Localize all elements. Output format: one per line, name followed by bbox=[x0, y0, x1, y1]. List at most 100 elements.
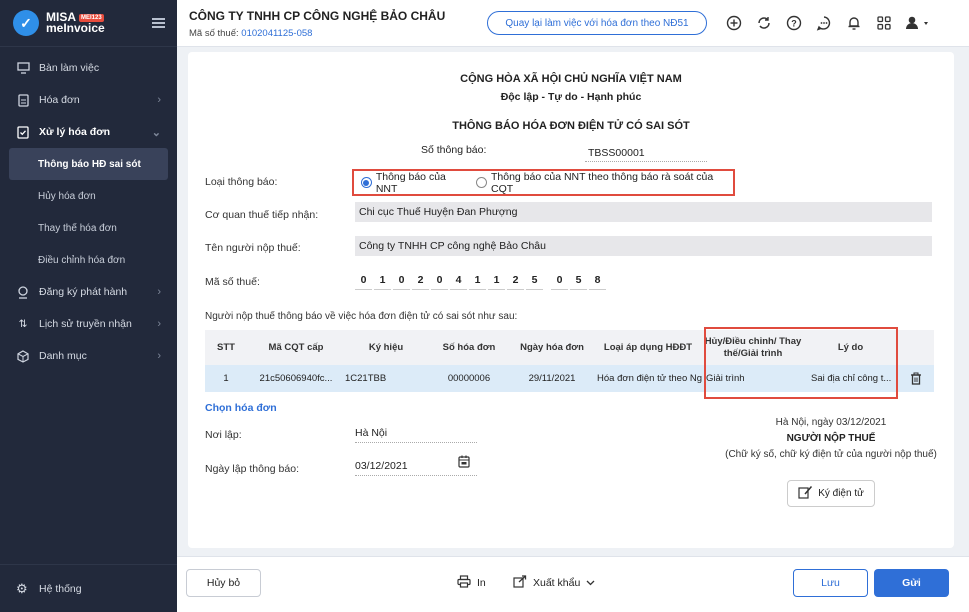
save-button[interactable]: Lưu bbox=[793, 569, 868, 597]
error-notice-form: CỘNG HÒA XÃ HỘI CHỦ NGHĨA VIỆT NAM Độc l… bbox=[188, 52, 954, 548]
sidebar: ✓ MISA MEI123 meInvoice Bàn làm việc Hóa … bbox=[0, 0, 177, 612]
tax-digit: 5 bbox=[570, 271, 587, 290]
print-button[interactable]: In bbox=[457, 569, 486, 597]
tax-code-label: Mã số thuế: bbox=[205, 276, 260, 288]
sidebar-subitem-cancel[interactable]: Hủy hóa đơn bbox=[0, 180, 177, 212]
notice-number-field[interactable]: TBSS00001 bbox=[585, 144, 707, 162]
chevron-right-icon: › bbox=[157, 318, 161, 330]
sign-title: NGƯỜI NỘP THUẾ bbox=[786, 433, 876, 444]
sidebar-item-label: Hóa đơn bbox=[39, 94, 80, 106]
sidebar-subitem-label: Thông báo HĐ sai sót bbox=[38, 158, 141, 170]
sign-note: (Chữ ký số, chữ ký điện tử của người nộp… bbox=[725, 449, 937, 460]
notice-date-label: Ngày lập thông báo: bbox=[205, 463, 299, 475]
taxpayer-name-label: Tên người nộp thuế: bbox=[205, 242, 301, 254]
monitor-icon bbox=[16, 61, 30, 75]
choose-invoice-link[interactable]: Chọn hóa đơn bbox=[205, 402, 277, 414]
notice-number-label: Số thông báo: bbox=[421, 144, 487, 156]
tax-digit: 8 bbox=[589, 271, 606, 290]
sidebar-item-catalog[interactable]: Danh mục › bbox=[0, 340, 177, 372]
trash-icon[interactable] bbox=[898, 365, 934, 392]
tax-code-label: Mã số thuế: bbox=[189, 28, 239, 39]
sign-date: Hà Nội, ngày 03/12/2021 bbox=[775, 417, 887, 428]
radio-nnt-label[interactable]: Thông báo của NNT bbox=[376, 171, 469, 195]
radio-nnt-review-label[interactable]: Thông báo của NNT theo thông báo rà soát… bbox=[491, 171, 733, 195]
add-icon[interactable] bbox=[723, 13, 745, 33]
send-button[interactable]: Gửi bbox=[874, 569, 949, 597]
chevron-right-icon: › bbox=[157, 94, 161, 106]
print-label: In bbox=[477, 577, 486, 589]
cancel-button[interactable]: Hủy bỏ bbox=[186, 569, 261, 597]
tax-digit: 0 bbox=[393, 271, 410, 290]
tax-code-digits: 0 1 0 2 0 4 1 1 2 5 0 5 8 bbox=[355, 271, 608, 290]
help-icon[interactable]: ? bbox=[783, 13, 805, 33]
sidebar-item-history[interactable]: ⇅ Lịch sử truyền nhận › bbox=[0, 308, 177, 340]
sidebar-subitem-label: Thay thế hóa đơn bbox=[38, 222, 117, 234]
tax-digit: 2 bbox=[507, 271, 524, 290]
top-header: CÔNG TY TNHH CP CÔNG NGHỆ BẢO CHÂU Mã số… bbox=[177, 0, 969, 47]
check-document-icon bbox=[16, 125, 30, 139]
user-menu-icon[interactable] bbox=[903, 13, 933, 33]
cell-apply-type: Hóa đơn điện tử theo Ng bbox=[597, 373, 703, 384]
export-button[interactable]: Xuất khẩu bbox=[513, 569, 595, 597]
sidebar-item-label: Đăng ký phát hành bbox=[39, 286, 128, 298]
cell-invoice-date: 29/11/2021 bbox=[528, 373, 576, 384]
sync-icon[interactable] bbox=[753, 13, 775, 33]
bell-icon[interactable] bbox=[843, 13, 865, 33]
apps-grid-icon[interactable] bbox=[873, 13, 895, 33]
sidebar-item-desk[interactable]: Bàn làm việc bbox=[0, 52, 177, 84]
e-sign-button[interactable]: Ký điện tử bbox=[787, 480, 875, 507]
cell-symbol: 1C21TBB bbox=[345, 373, 387, 384]
chevron-down-icon: ⌄ bbox=[151, 126, 161, 139]
signature-icon bbox=[798, 485, 813, 502]
sidebar-subitem-replace[interactable]: Thay thế hóa đơn bbox=[0, 212, 177, 244]
sidebar-item-process[interactable]: Xử lý hóa đơn ⌄ bbox=[0, 116, 177, 148]
cell-stt: 1 bbox=[223, 373, 229, 384]
sidebar-subitem-adjust[interactable]: Điều chỉnh hóa đơn bbox=[0, 244, 177, 276]
back-to-nd51-button[interactable]: Quay lại làm việc với hóa đơn theo NĐ51 bbox=[487, 11, 707, 35]
chat-icon[interactable] bbox=[813, 13, 835, 33]
cube-icon bbox=[16, 349, 30, 363]
transfer-arrows-icon: ⇅ bbox=[18, 318, 28, 330]
company-tax-line: Mã số thuế: 0102041125-058 bbox=[189, 28, 312, 39]
brand-product: meInvoice bbox=[46, 21, 105, 35]
export-icon bbox=[513, 575, 527, 591]
export-label: Xuất khẩu bbox=[533, 577, 581, 589]
misa-logo-icon: ✓ bbox=[13, 10, 39, 36]
sidebar-item-system[interactable]: ⚙ Hệ thống bbox=[0, 564, 177, 612]
sidebar-item-register[interactable]: Đăng ký phát hành › bbox=[0, 276, 177, 308]
col-invoice-no: Số hóa đơn bbox=[442, 341, 496, 353]
sidebar-subitem-label: Hủy hóa đơn bbox=[38, 190, 96, 202]
sidebar-item-label: Danh mục bbox=[39, 350, 87, 362]
radio-nnt-review[interactable] bbox=[476, 177, 487, 188]
radio-nnt[interactable] bbox=[361, 177, 372, 188]
gear-icon: ⚙ bbox=[16, 580, 28, 596]
company-name: CÔNG TY TNHH CP CÔNG NGHỆ BẢO CHÂU bbox=[189, 9, 446, 23]
col-stt: STT bbox=[217, 341, 235, 353]
tax-digit: 0 bbox=[355, 271, 372, 290]
tax-digit: 1 bbox=[469, 271, 486, 290]
tax-digit: 2 bbox=[412, 271, 429, 290]
col-invoice-date: Ngày hóa đơn bbox=[520, 341, 584, 353]
logo[interactable]: ✓ MISA MEI123 meInvoice bbox=[0, 0, 177, 47]
tax-digit: 1 bbox=[488, 271, 505, 290]
menu-toggle-icon[interactable] bbox=[152, 16, 165, 30]
calendar-icon[interactable] bbox=[458, 455, 470, 471]
notice-type-radio-group: Thông báo của NNT Thông báo của NNT theo… bbox=[352, 169, 735, 196]
sidebar-item-label: Hệ thống bbox=[39, 582, 82, 595]
tax-digit: 1 bbox=[374, 271, 391, 290]
bottom-action-bar: Hủy bỏ In Xuất khẩu Lưu Gửi bbox=[177, 556, 969, 612]
tax-office-field[interactable]: Chi cục Thuế Huyện Đan Phượng bbox=[355, 202, 932, 222]
tax-digit: 5 bbox=[526, 271, 543, 290]
taxpayer-name-field[interactable]: Công ty TNHH CP công nghệ Bảo Châu bbox=[355, 236, 932, 256]
seal-icon bbox=[16, 285, 30, 299]
col-apply-type: Loại áp dụng HĐĐT bbox=[603, 341, 693, 353]
sidebar-item-invoice[interactable]: Hóa đơn › bbox=[0, 84, 177, 116]
tax-digit: 0 bbox=[551, 271, 568, 290]
place-field[interactable]: Hà Nội bbox=[355, 424, 477, 443]
sidebar-item-label: Lịch sử truyền nhận bbox=[39, 318, 132, 330]
sidebar-subitem-error-notice[interactable]: Thông báo HĐ sai sót bbox=[9, 148, 168, 180]
tax-digit: 0 bbox=[431, 271, 448, 290]
sidebar-item-label: Bàn làm việc bbox=[39, 62, 100, 74]
table-intro: Người nộp thuế thông báo về việc hóa đơn… bbox=[205, 311, 518, 322]
e-sign-label: Ký điện tử bbox=[818, 488, 864, 499]
